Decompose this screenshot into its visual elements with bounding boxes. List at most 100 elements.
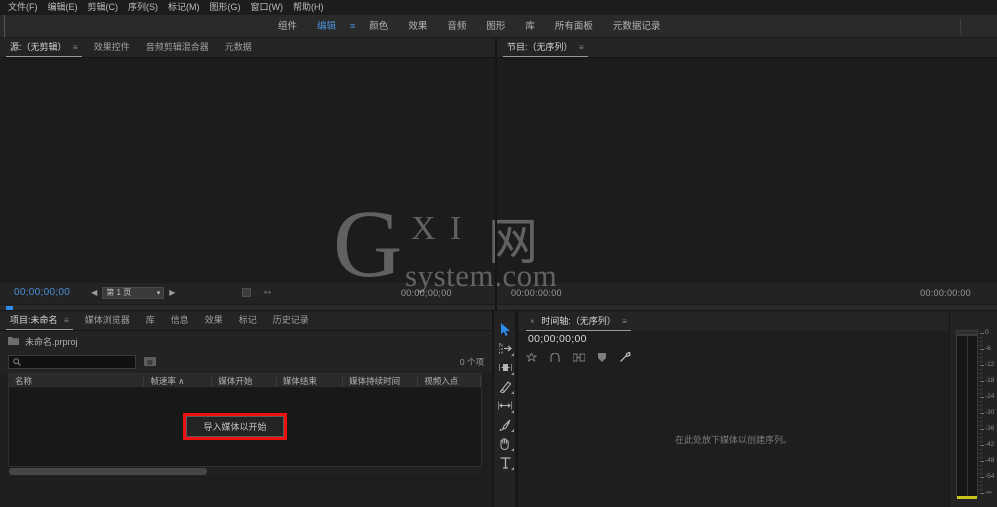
prev-page-icon[interactable]: ◀	[88, 288, 100, 297]
panel-divider-timeline-audio[interactable]	[949, 311, 950, 507]
tab-history[interactable]: 历史记录	[265, 311, 317, 330]
meter-minor-tick	[980, 437, 982, 438]
tab-program[interactable]: 节目:（无序列） ≡	[499, 38, 592, 57]
program-current-timecode[interactable]: 00:00:00:00	[511, 288, 562, 298]
meter-minor-tick	[980, 401, 982, 402]
type-icon[interactable]	[494, 453, 516, 472]
search-input[interactable]	[8, 355, 136, 369]
meter-tick	[980, 445, 984, 446]
meter-minor-tick	[980, 489, 982, 490]
workspace-tab-effects[interactable]: 效果	[398, 15, 437, 38]
tab-project[interactable]: 项目:未命名 ≡	[2, 311, 77, 330]
next-page-icon[interactable]: ▶	[166, 288, 178, 297]
menu-item-edit[interactable]: 编辑(E)	[43, 0, 83, 15]
workspace-tab-libraries[interactable]: 库	[515, 15, 545, 38]
menu-item-sequence[interactable]: 序列(S)	[123, 0, 163, 15]
import-media-button[interactable]: 导入媒体以开始	[186, 416, 284, 437]
panel-divider-project-tools[interactable]	[492, 311, 494, 507]
premiere-pro-window: 文件(F) 编辑(E) 剪辑(C) 序列(S) 标记(M) 图形(G) 窗口(W…	[0, 0, 997, 507]
column-header-media-duration[interactable]: 媒体持续时间	[343, 375, 419, 387]
audio-meter-bars[interactable]	[956, 335, 978, 497]
tab-metadata[interactable]: 元数据	[217, 38, 260, 57]
tab-program-label: 节目:（无序列）	[507, 42, 573, 52]
menu-item-graphics[interactable]: 图形(G)	[205, 0, 246, 15]
slip-icon[interactable]	[494, 396, 516, 415]
scrollbar-thumb[interactable]	[9, 468, 207, 475]
source-monitor-viewer[interactable]	[0, 58, 495, 283]
ripple-edit-icon[interactable]	[494, 358, 516, 377]
meter-minor-tick	[980, 485, 982, 486]
add-marker-icon[interactable]	[598, 352, 606, 362]
panel-divider-vertical-top[interactable]	[495, 38, 497, 310]
workspace-bar: 组件 编辑 ≡ 颜色 效果 音频 图形 库 所有面板 元数据记录	[0, 14, 997, 38]
meter-minor-tick	[980, 425, 982, 426]
workspace-tab-assembly[interactable]: 组件	[268, 15, 307, 38]
linked-selection-icon[interactable]	[573, 353, 585, 362]
meter-tick-label: 0	[985, 329, 989, 336]
column-header-video-in[interactable]: 视频入点	[418, 375, 481, 387]
meter-tick	[980, 365, 984, 366]
panel-menu-icon[interactable]: ≡	[579, 43, 584, 52]
nest-icon[interactable]	[526, 352, 537, 362]
tab-libraries[interactable]: 库	[138, 311, 163, 330]
column-header-media-start[interactable]: 媒体开始	[212, 375, 278, 387]
program-monitor-panel: 节目:（无序列） ≡ 00:00:00:00 00:00:00:00	[497, 38, 997, 348]
meter-tick-label: -24	[985, 393, 995, 400]
workspace-tab-metalogging[interactable]: 元数据记录	[603, 15, 671, 38]
panel-menu-icon[interactable]: ≡	[73, 43, 78, 52]
meter-minor-tick	[980, 345, 982, 346]
workspace-tab-all-panels[interactable]: 所有面板	[545, 15, 603, 38]
meter-minor-tick	[980, 417, 982, 418]
meter-minor-tick	[980, 353, 982, 354]
tab-effects[interactable]: 效果	[197, 311, 231, 330]
column-header-framerate[interactable]: 帧速率 ∧	[144, 375, 213, 387]
filter-bin-icon[interactable]: ▦	[144, 353, 156, 371]
workspace-tab-audio[interactable]: 音频	[437, 15, 476, 38]
panel-menu-icon[interactable]: ≡	[64, 316, 69, 325]
project-search-row: ▦ 0 个项	[0, 351, 492, 373]
menu-item-help[interactable]: 帮助(H)	[288, 0, 329, 15]
tab-timeline[interactable]: × 时间轴:（无序列） ≡	[522, 312, 635, 331]
column-header-media-end[interactable]: 媒体结束	[277, 375, 344, 387]
tab-effect-controls[interactable]: 效果控件	[86, 38, 138, 57]
panel-menu-icon[interactable]: ≡	[622, 317, 627, 326]
workspace-tab-color[interactable]: 颜色	[359, 15, 398, 38]
snap-icon[interactable]	[550, 352, 560, 362]
program-monitor-tabs: 节目:（无序列） ≡	[497, 38, 997, 58]
menu-item-marker[interactable]: 标记(M)	[163, 0, 205, 15]
timeline-playhead-timecode[interactable]: 00;00;00;00	[528, 333, 587, 345]
tab-info[interactable]: 信息	[163, 311, 197, 330]
track-select-forward-icon[interactable]	[494, 339, 516, 358]
tab-media-browser[interactable]: 媒体浏览器	[77, 311, 138, 330]
timeline-settings-icon[interactable]	[619, 351, 631, 363]
tab-source[interactable]: 源:（无剪辑） ≡	[2, 38, 86, 57]
column-header-name[interactable]: 名称	[9, 375, 145, 387]
panel-divider-horizontal[interactable]	[0, 310, 997, 311]
workspace-tab-graphics[interactable]: 图形	[476, 15, 515, 38]
pen-icon[interactable]	[494, 415, 516, 434]
program-monitor-viewer[interactable]	[497, 58, 997, 283]
import-media-highlight: 导入媒体以开始	[183, 413, 287, 440]
page-selector[interactable]: 第 1 页 ▾	[102, 286, 165, 299]
hand-icon[interactable]	[494, 434, 516, 453]
timeline-drop-prompt[interactable]: 在此处放下媒体以创建序列。	[518, 371, 949, 507]
panel-divider-tools-timeline[interactable]	[516, 311, 518, 507]
close-icon[interactable]: ×	[530, 317, 535, 326]
razor-icon[interactable]	[494, 377, 516, 396]
home-button[interactable]	[4, 14, 10, 38]
tab-markers[interactable]: 标记	[231, 311, 265, 330]
source-current-timecode[interactable]: 00;00;00;00	[14, 287, 70, 298]
fit-zoom-button[interactable]	[242, 288, 252, 297]
tab-audio-clip-mixer[interactable]: 音频剪辑混合器	[138, 38, 217, 57]
project-panel: 项目:未命名 ≡ 媒体浏览器 库 信息 效果 标记 历史记录 未命名.prpro…	[0, 311, 492, 507]
workspace-menu-icon[interactable]: ≡	[346, 21, 359, 31]
menu-item-clip[interactable]: 剪辑(C)	[83, 0, 124, 15]
project-folder-icon	[8, 332, 19, 350]
selection-tool-icon[interactable]	[494, 320, 516, 339]
program-duration-timecode: 00:00:00:00	[920, 287, 971, 298]
project-horizontal-scrollbar[interactable]	[9, 467, 481, 476]
menu-item-file[interactable]: 文件(F)	[3, 0, 43, 15]
duration-icon[interactable]: ⇿	[263, 287, 271, 298]
menu-item-window[interactable]: 窗口(W)	[246, 0, 289, 15]
workspace-tab-editing[interactable]: 编辑	[307, 15, 346, 38]
